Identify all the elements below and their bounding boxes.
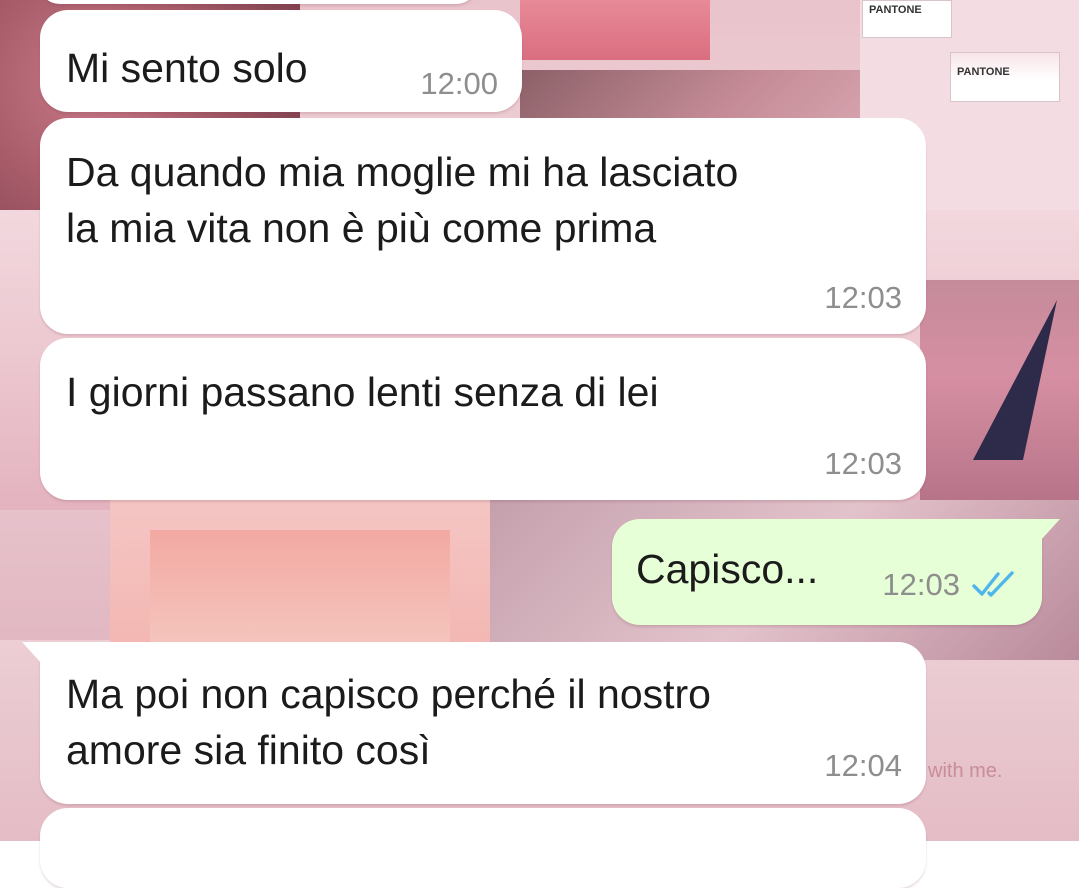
outgoing-message-bubble[interactable]: Capisco... 12:03 — [612, 519, 1060, 625]
message-time: 12:03 — [882, 567, 960, 602]
message-time: 12:04 — [824, 748, 902, 783]
incoming-message-bubble[interactable]: Da quando mia moglie mi ha lasciato la m… — [40, 118, 926, 334]
message-time: 12:03 — [824, 280, 902, 315]
message-time: 12:00 — [420, 66, 498, 101]
message-time: 12:03 — [824, 446, 902, 481]
message-text: I giorni passano lenti senza di lei — [66, 369, 659, 415]
message-list[interactable]: Mi sento solo 12:00 Da quando mia moglie… — [0, 0, 1079, 888]
message-text: Ma poi non capisco perché il nostro amor… — [66, 671, 711, 773]
incoming-message-bubble[interactable]: I giorni passano lenti senza di lei 12:0… — [40, 338, 926, 500]
double-check-icon — [972, 571, 1014, 597]
message-text: Da quando mia moglie mi ha lasciato la m… — [66, 149, 739, 251]
incoming-message-bubble[interactable]: Ma poi non capisco perché il nostro amor… — [22, 642, 926, 804]
message-text: Mi sento solo — [66, 45, 308, 91]
incoming-message-bubble[interactable] — [40, 808, 926, 888]
incoming-message-bubble[interactable] — [38, 0, 478, 4]
message-text: Capisco... — [636, 546, 819, 592]
incoming-message-bubble[interactable]: Mi sento solo 12:00 — [40, 10, 522, 112]
